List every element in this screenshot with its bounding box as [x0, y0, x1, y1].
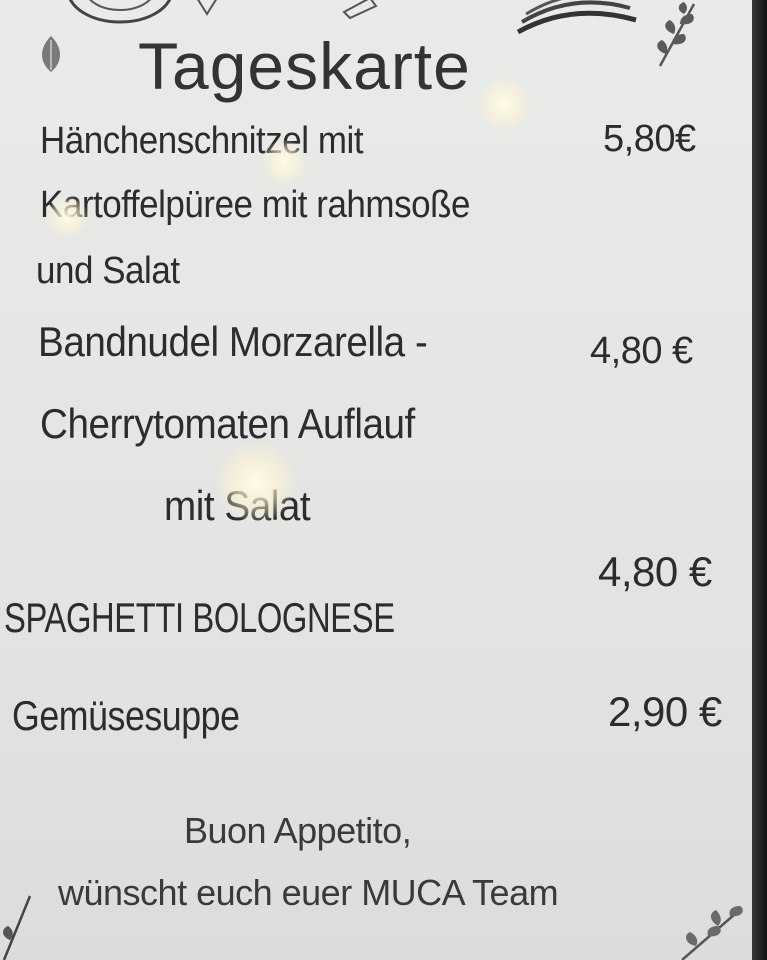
- olive-branch-icon: [681, 906, 743, 960]
- item-4-price: 2,90 €: [608, 688, 722, 735]
- menu-title: Tageskarte: [138, 29, 471, 103]
- item-2-line-1: Bandnudel Morzarella -: [38, 318, 428, 365]
- item-1-line-1: Hänchenschnitzel mit: [40, 120, 364, 162]
- olive-branch-icon: [2, 895, 32, 960]
- item-3-line-1: SPAGHETTI BOLOGNESE: [4, 594, 395, 641]
- light-reflection: [478, 78, 530, 130]
- sandwich-icon: [516, 0, 637, 35]
- item-2-line-2: Cherrytomaten Auflauf: [40, 400, 415, 447]
- phone-bezel: [752, 0, 767, 960]
- olive-branch-icon: [657, 2, 696, 67]
- small-leaf-icon: [197, 0, 217, 16]
- leaf-icon: [42, 36, 60, 72]
- footer-greeting: Buon Appetito,: [184, 810, 412, 851]
- item-1-line-3: und Salat: [36, 250, 180, 292]
- pencil-icon: [342, 0, 378, 20]
- item-1-line-2: Kartoffelpüree mit rahmsoße: [40, 184, 470, 226]
- item-3-price: 4,80 €: [598, 548, 712, 595]
- item-4-line-1: Gemüsesuppe: [12, 692, 240, 739]
- menu-board: Tageskarte Hänchenschnitzel mit 5,80€ Ka…: [0, 0, 752, 960]
- item-1-price: 5,80€: [603, 118, 696, 160]
- item-2-price: 4,80 €: [590, 330, 693, 372]
- footer-signature: wünscht euch euer MUCA Team: [58, 872, 559, 913]
- item-2-line-3: mit Salat: [164, 482, 311, 529]
